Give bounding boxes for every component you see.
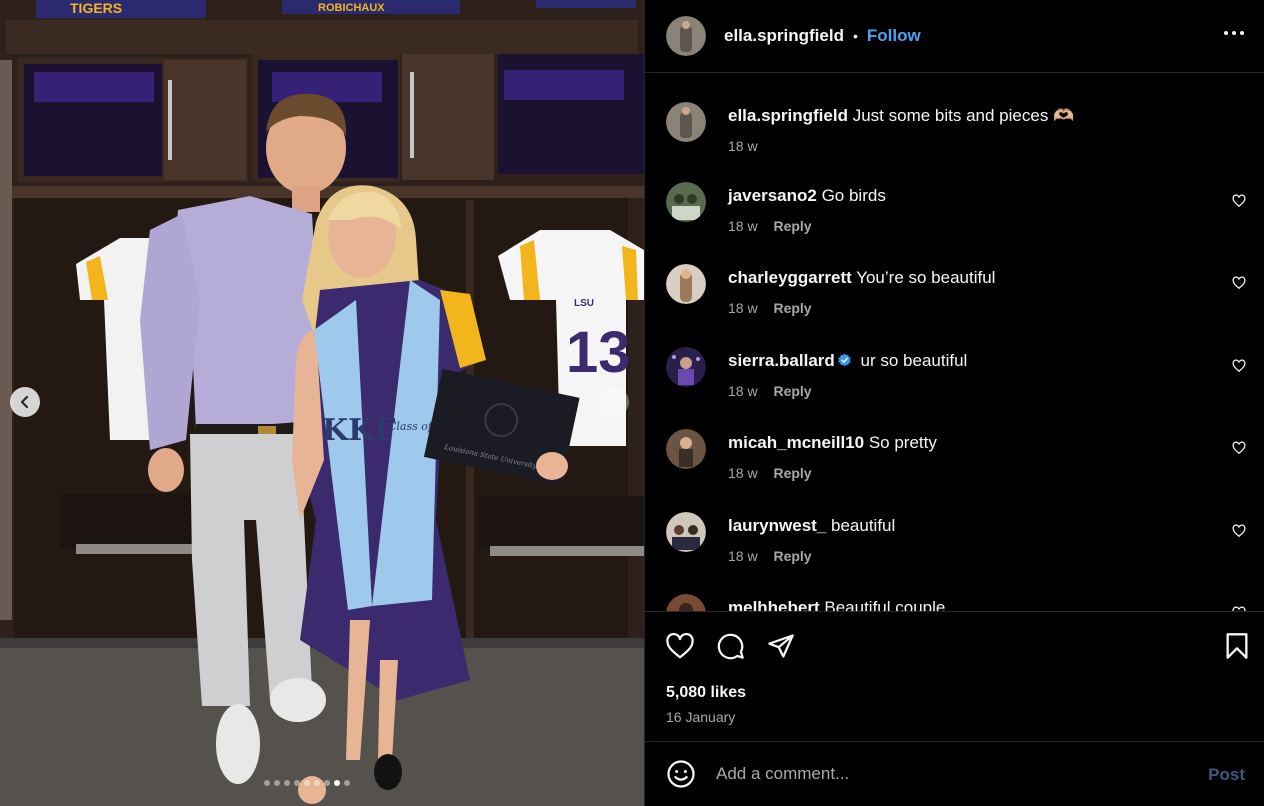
chevron-right-icon xyxy=(611,396,618,408)
like-comment-heart-icon[interactable] xyxy=(1232,359,1246,373)
comment-meta: 18 w Reply xyxy=(728,218,812,234)
more-dot-icon xyxy=(1240,31,1244,35)
comment-body: ur so beautiful xyxy=(860,351,968,370)
comment-input[interactable] xyxy=(716,764,1186,784)
comment-composer: Post xyxy=(645,741,1264,806)
likes-count[interactable]: 5,080 likes xyxy=(666,684,746,702)
carousel-dot xyxy=(334,780,340,786)
comment-body: So pretty xyxy=(868,433,937,452)
locker-sign-text: TIGERS xyxy=(70,0,122,16)
author-username[interactable]: ella.springfield xyxy=(724,26,844,46)
comment-body: Go birds xyxy=(821,186,886,205)
commenter-avatar[interactable] xyxy=(666,594,706,611)
comment-time: 18 w xyxy=(728,383,758,399)
carousel-next-button[interactable] xyxy=(599,387,629,417)
comment-username[interactable]: javersano2 xyxy=(728,186,817,205)
verified-badge-icon xyxy=(838,353,851,367)
jersey-brand: LSU xyxy=(574,298,594,309)
comment-text: melhhebert Beautiful couple xyxy=(728,598,945,611)
carousel-dot xyxy=(324,780,330,786)
comment-username[interactable]: sierra.ballard xyxy=(728,351,835,370)
more-options-button[interactable] xyxy=(1224,27,1244,39)
post-photo: TIGERS ROBICHAUX 13 LSU ΚΚΓ Class of 202… xyxy=(0,0,644,806)
more-dot-icon xyxy=(1224,31,1228,35)
commenter-avatar[interactable] xyxy=(666,264,706,304)
reply-button[interactable]: Reply xyxy=(773,300,811,316)
comment-time: 18 w xyxy=(728,218,758,234)
carousel-dot xyxy=(314,780,320,786)
post-actions: 5,080 likes 16 January xyxy=(645,611,1264,741)
emoji-icon[interactable] xyxy=(666,759,696,789)
share-send-icon[interactable] xyxy=(766,632,796,660)
comments-list[interactable]: ella.springfield Just some bits and piec… xyxy=(645,74,1264,611)
reply-button[interactable]: Reply xyxy=(773,548,811,564)
comment-username[interactable]: micah_mcneill10 xyxy=(728,433,864,452)
commenter-avatar[interactable] xyxy=(666,512,706,552)
like-comment-heart-icon[interactable] xyxy=(1232,441,1246,455)
more-dot-icon xyxy=(1232,31,1236,35)
comment-meta: 18 w Reply xyxy=(728,465,812,481)
commenter-avatar[interactable] xyxy=(666,182,706,222)
reply-button[interactable]: Reply xyxy=(773,218,811,234)
comment-meta: 18 w Reply xyxy=(728,300,812,316)
caption-body: Just some bits and pieces xyxy=(852,106,1049,125)
carousel-dot xyxy=(264,780,270,786)
carousel-dot xyxy=(274,780,280,786)
comment-body: beautiful xyxy=(831,516,896,535)
like-comment-heart-icon[interactable] xyxy=(1232,524,1246,538)
comment-time: 18 w xyxy=(728,300,758,316)
carousel-dot xyxy=(304,780,310,786)
comment-text: javersano2 Go birds xyxy=(728,186,886,206)
save-bookmark-icon[interactable] xyxy=(1224,632,1250,660)
photo-scene: TIGERS ROBICHAUX 13 LSU ΚΚΓ Class of 202… xyxy=(0,0,644,806)
comment-text: micah_mcneill10 So pretty xyxy=(728,433,937,453)
caption-meta: 18 w xyxy=(728,138,758,154)
reply-button[interactable]: Reply xyxy=(773,383,811,399)
comment-time: 18 w xyxy=(728,465,758,481)
caption-time: 18 w xyxy=(728,138,758,154)
carousel-dot xyxy=(344,780,350,786)
carousel-prev-button[interactable] xyxy=(10,387,40,417)
caption-username[interactable]: ella.springfield xyxy=(728,106,848,125)
comment-username[interactable]: laurynwest_ xyxy=(728,516,826,535)
comment-username[interactable]: melhhebert xyxy=(728,598,820,611)
comment-meta: 18 w Reply xyxy=(728,383,812,399)
comment-bubble-icon[interactable] xyxy=(716,632,746,660)
carousel-dot xyxy=(294,780,300,786)
comment-body: You’re so beautiful xyxy=(856,268,996,287)
comment-time: 18 w xyxy=(728,548,758,564)
reply-button[interactable]: Reply xyxy=(773,465,811,481)
sash-letters: ΚΚΓ xyxy=(322,413,395,448)
comment-body: Beautiful couple xyxy=(824,598,946,611)
commenter-avatar[interactable] xyxy=(666,347,706,387)
follow-button[interactable]: Follow xyxy=(867,26,921,46)
like-comment-heart-icon[interactable] xyxy=(1232,276,1246,290)
comment-username[interactable]: charleyggarrett xyxy=(728,268,852,287)
locker-sign-text: ROBICHAUX xyxy=(318,2,385,14)
caption-text: ella.springfield Just some bits and piec… xyxy=(728,106,1074,126)
comment-meta: 18 w Reply xyxy=(728,548,812,564)
heart-hands-emoji: 🫶🏼 xyxy=(1053,106,1075,125)
chevron-left-icon xyxy=(20,395,29,409)
post-header: ella.springfield • Follow xyxy=(645,0,1264,73)
commenter-avatar[interactable] xyxy=(666,429,706,469)
post-comment-button[interactable]: Post xyxy=(1208,765,1245,785)
post-date[interactable]: 16 January xyxy=(666,709,735,725)
comment-text: charleyggarrett You’re so beautiful xyxy=(728,268,995,288)
comment-text: sierra.ballard ur so beautiful xyxy=(728,351,967,371)
author-avatar[interactable] xyxy=(666,102,706,142)
comment-text: laurynwest_ beautiful xyxy=(728,516,895,536)
like-comment-heart-icon[interactable] xyxy=(1232,194,1246,208)
jersey-number: 13 xyxy=(566,320,631,385)
carousel-dot xyxy=(284,780,290,786)
author-avatar[interactable] xyxy=(666,16,706,56)
carousel-indicator xyxy=(264,780,350,786)
post-side-panel: ella.springfield • Follow ella.springfie… xyxy=(644,0,1264,806)
separator-dot: • xyxy=(852,28,858,44)
like-heart-icon[interactable] xyxy=(665,632,695,660)
